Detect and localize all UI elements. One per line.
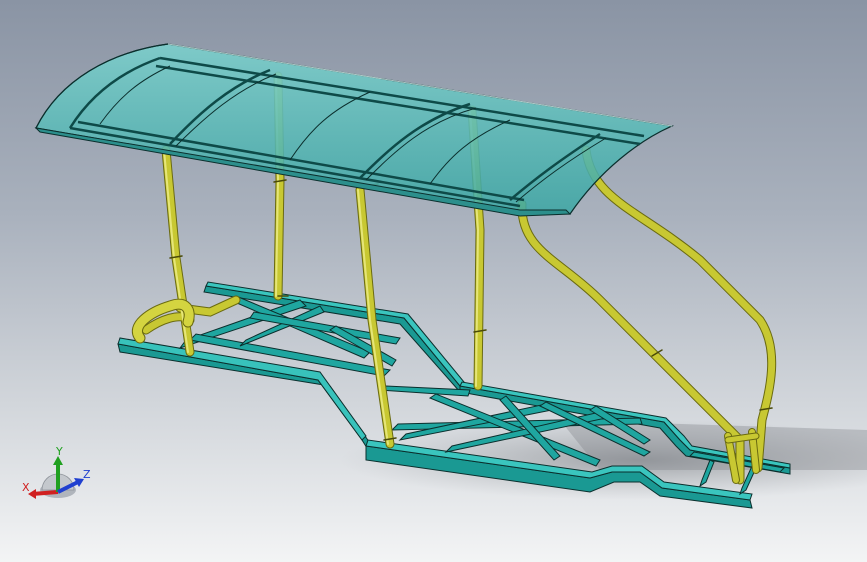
x-axis-label: X: [22, 481, 30, 494]
canopy-roof[interactable]: [34, 43, 675, 217]
z-axis-label: Z: [83, 468, 91, 481]
graphics-viewport[interactable]: X Y Z: [0, 0, 867, 562]
y-axis-label: Y: [56, 445, 63, 458]
vehicle-frame-model[interactable]: [0, 0, 867, 562]
view-orientation-triad[interactable]: X Y Z: [18, 444, 98, 510]
